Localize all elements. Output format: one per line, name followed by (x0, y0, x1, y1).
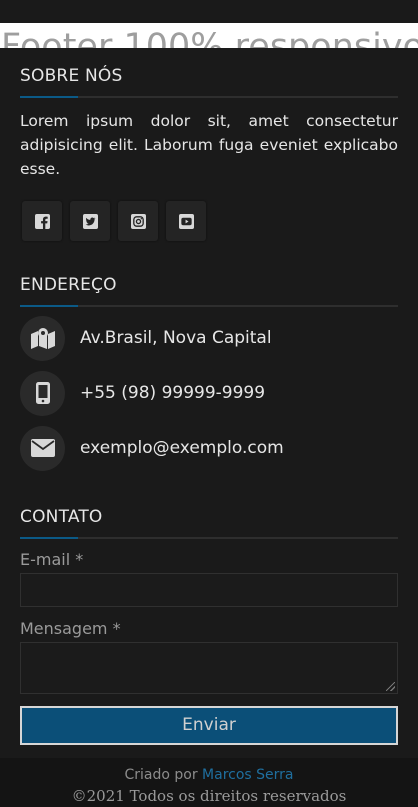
email-item: exemplo@exemplo.com (20, 425, 398, 471)
twitter-icon (82, 213, 98, 229)
contact-section: CONTATO E-mail * Mensagem * Enviar (20, 507, 398, 745)
instagram-link[interactable] (118, 201, 158, 241)
phone-item: +55 (98) 99999-9999 (20, 370, 398, 416)
address-list: Av.Brasil, Nova Capital +55 (98) 99999-9… (20, 315, 398, 471)
submit-button[interactable]: Enviar (20, 706, 398, 745)
address-section: ENDEREÇO Av.Brasil, Nova Capital +55 (98… (20, 275, 398, 480)
email-field[interactable] (20, 573, 398, 607)
instagram-icon (130, 213, 146, 229)
envelope-icon (20, 425, 65, 471)
credit-line: Criado por Marcos Serra (0, 766, 418, 784)
about-text: Lorem ipsum dolor sit, amet consectetur … (20, 112, 398, 178)
address-title: ENDEREÇO (20, 275, 117, 295)
facebook-link[interactable] (22, 201, 62, 241)
resize-grip-icon[interactable] (386, 682, 395, 691)
youtube-link[interactable] (166, 201, 206, 241)
copyright-bar: Criado por Marcos Serra ©2021 Todos os d… (0, 758, 418, 807)
address-item: Av.Brasil, Nova Capital (20, 315, 398, 361)
phone-text: +55 (98) 99999-9999 (80, 383, 266, 403)
youtube-icon (178, 213, 194, 229)
about-section: SOBRE NÓS Lorem ipsum dolor sit, amet co… (20, 66, 398, 241)
section-divider (20, 96, 398, 98)
email-text: exemplo@exemplo.com (80, 438, 284, 458)
map-icon (20, 315, 65, 361)
message-label: Mensagem * (20, 619, 121, 638)
twitter-link[interactable] (70, 201, 110, 241)
email-label: E-mail * (20, 550, 84, 569)
contact-title: CONTATO (20, 507, 103, 527)
address-text: Av.Brasil, Nova Capital (80, 328, 272, 348)
rights-text: ©2021 Todos os direitos reservados (71, 787, 347, 805)
created-by-text: Criado por (124, 767, 198, 783)
social-links (22, 201, 398, 241)
author-link[interactable]: Marcos Serra (202, 767, 293, 783)
footer: SOBRE NÓS Lorem ipsum dolor sit, amet co… (0, 48, 418, 758)
facebook-icon (34, 213, 50, 229)
phone-icon (20, 370, 65, 416)
section-divider (20, 305, 398, 307)
section-divider (20, 537, 398, 539)
message-field[interactable] (20, 642, 398, 694)
about-title: SOBRE NÓS (20, 66, 123, 86)
